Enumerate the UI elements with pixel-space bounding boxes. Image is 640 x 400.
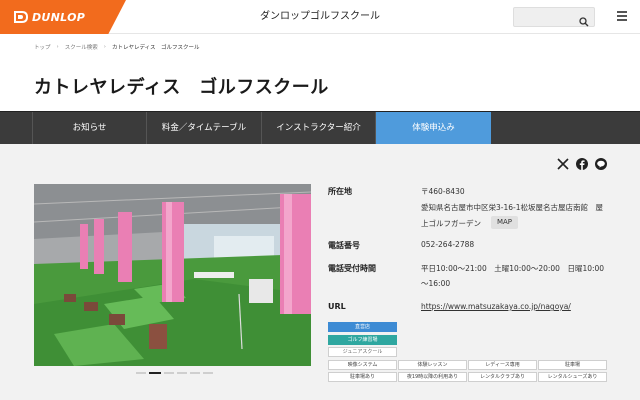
tab-instructors[interactable]: インストラクター紹介 <box>262 112 376 145</box>
menu-icon[interactable] <box>617 11 627 21</box>
dunlop-logo[interactable]: DUNLOP <box>0 0 126 34</box>
carousel-indicators <box>136 372 213 374</box>
carousel-dot[interactable] <box>177 372 187 374</box>
search-icon[interactable] <box>579 12 589 27</box>
facebook-icon[interactable] <box>576 155 588 170</box>
tab-pricing[interactable]: 料金／タイムテーブル <box>147 112 262 145</box>
map-button[interactable]: MAP <box>491 216 518 229</box>
carousel-dot[interactable] <box>164 372 174 374</box>
breadcrumb-current: カトレヤレディス ゴルフスクール <box>111 45 200 51</box>
carousel-dot[interactable] <box>190 372 200 374</box>
chevron-right-icon: › <box>56 44 59 50</box>
phone-number[interactable]: 052-264-2788 <box>421 240 474 249</box>
address-line-2: 上ゴルフガーデン <box>421 219 481 228</box>
brand-name: DUNLOP <box>32 10 86 24</box>
school-nav: お知らせ 料金／タイムテーブル インストラクター紹介 体験申込み <box>0 111 640 145</box>
site-header: DUNLOP ダンロップゴルフスクール <box>0 0 640 34</box>
tag-trial-lesson: 体験レッスン <box>398 360 467 370</box>
carousel-dot[interactable] <box>136 372 146 374</box>
phone-label: 電話番号 <box>328 241 360 250</box>
tag-evening-use: 夜19時以降の利用あり <box>398 372 467 382</box>
tag-rental-shoes: レンタルシューズあり <box>538 372 607 382</box>
tag-parking-available: 駐車場あり <box>328 372 397 382</box>
nav-spacer <box>0 112 33 145</box>
tab-trial-application[interactable]: 体験申込み <box>376 112 491 145</box>
postal-code: 〒460-8430 <box>421 187 465 196</box>
address-line-1: 愛知県名古屋市中区栄3-16-1松坂屋名古屋店南館 屋 <box>421 203 603 212</box>
badge-direct-store: 直営店 <box>328 322 397 332</box>
tag-rental-clubs: レンタルクラブあり <box>468 372 537 382</box>
page: DUNLOP ダンロップゴルフスクール トップ › スクール検索 › カトレヤレ… <box>0 0 640 400</box>
tag-video-system: 映像システム <box>328 360 397 370</box>
breadcrumb-home[interactable]: トップ <box>34 43 51 51</box>
breadcrumb: トップ › スクール検索 › カトレヤレディス ゴルフスクール <box>34 43 200 51</box>
badge-junior-school: ジュニアスクール <box>328 347 397 357</box>
school-photo <box>34 184 311 366</box>
tab-news[interactable]: お知らせ <box>33 112 147 145</box>
search-input[interactable] <box>513 7 595 27</box>
tag-ladies-only: レディース専用 <box>468 360 537 370</box>
page-title: カトレヤレディス ゴルフスクール <box>34 77 329 98</box>
line-icon[interactable] <box>595 155 607 170</box>
carousel-dot[interactable] <box>203 372 213 374</box>
url-label: URL <box>328 302 346 311</box>
hours-line-2: ～16:00 <box>421 279 451 288</box>
badge-driving-range: ゴルフ練習場 <box>328 335 397 345</box>
breadcrumb-school-search[interactable]: スクール検索 <box>65 43 98 51</box>
address-label: 所在地 <box>328 187 352 196</box>
website-link[interactable]: https://www.matsuzakaya.co.jp/nagoya/ <box>421 302 571 311</box>
hours-line-1: 平日10:00～21:00 土曜10:00～20:00 日曜10:00 <box>421 264 605 273</box>
chevron-right-icon: › <box>103 44 106 50</box>
dunlop-mark-icon <box>14 11 28 23</box>
tag-parking: 駐車場 <box>538 360 607 370</box>
carousel-dot-active[interactable] <box>149 372 161 374</box>
hours-label: 電話受付時間 <box>328 264 376 273</box>
x-icon[interactable] <box>557 155 569 170</box>
